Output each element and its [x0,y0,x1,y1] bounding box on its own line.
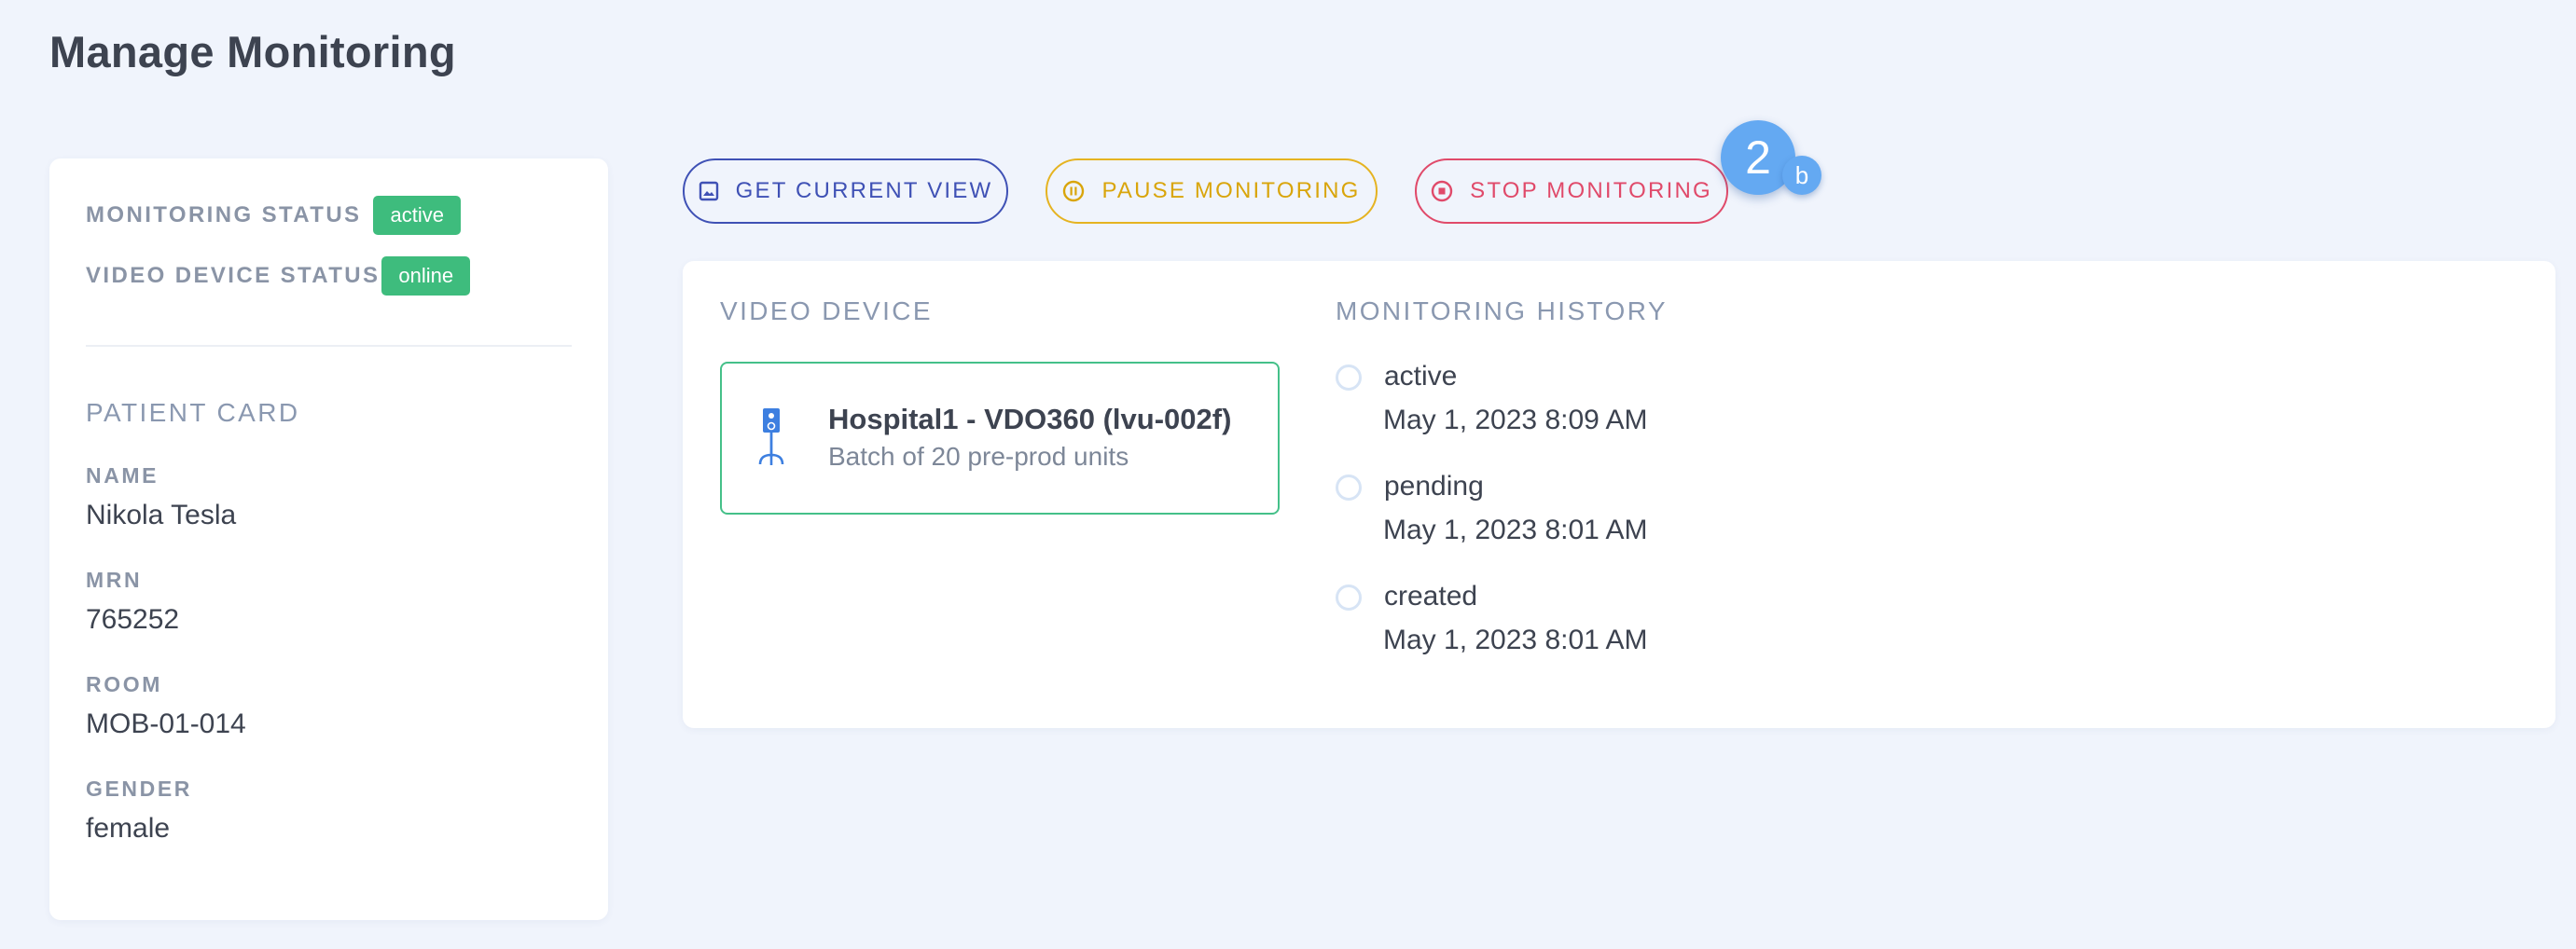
video-device-title: VIDEO DEVICE [720,296,933,325]
room-label: ROOM [86,672,162,696]
history-time: May 1, 2023 8:09 AM [1383,405,1648,435]
mrn-label: MRN [86,568,143,592]
timeline-dot [1336,585,1362,611]
stop-monitoring-button[interactable]: STOP MONITORING [1415,158,1728,224]
timeline-dot [1336,364,1362,391]
history-status: pending [1384,471,1484,502]
video-device-status-row: VIDEO DEVICE STATUS online [86,256,471,296]
camera-stand-icon [757,408,785,471]
monitoring-status-badge: active [373,196,461,235]
get-current-view-label: GET CURRENT VIEW [735,178,993,203]
pause-monitoring-button[interactable]: PAUSE MONITORING [1046,158,1378,224]
monitoring-status-row: MONITORING STATUS active [86,196,461,235]
gender-value: female [86,813,171,844]
history-time: May 1, 2023 8:01 AM [1383,625,1648,655]
video-device-description: Batch of 20 pre-prod units [828,442,1129,471]
divider [86,345,572,347]
status-patient-card: MONITORING STATUS active VIDEO DEVICE ST… [49,158,608,920]
image-icon [699,181,719,201]
gender-label: GENDER [86,777,193,801]
mrn-value: 765252 [86,604,180,635]
pause-monitoring-label: PAUSE MONITORING [1101,178,1361,203]
timeline-dot [1336,474,1362,501]
name-value: Nikola Tesla [86,500,237,530]
name-label: NAME [86,463,159,488]
history-status: active [1384,361,1458,392]
page-title: Manage Monitoring [49,27,456,76]
device-history-card: VIDEO DEVICE MONITORING HISTORY Hospital… [683,261,2555,728]
history-time: May 1, 2023 8:01 AM [1383,515,1648,545]
room-value: MOB-01-014 [86,708,246,739]
step-marker-sub: b [1782,156,1821,195]
stop-circle-icon [1431,180,1453,202]
get-current-view-button[interactable]: GET CURRENT VIEW [683,158,1008,224]
video-device-status-badge: online [381,256,471,296]
video-device-status-label: VIDEO DEVICE STATUS [86,263,381,288]
history-status: created [1384,581,1478,612]
video-device-name: Hospital1 - VDO360 (lvu-002f) [828,403,1232,435]
video-device-item[interactable]: Hospital1 - VDO360 (lvu-002f) Batch of 2… [720,362,1280,515]
patient-card-title: PATIENT CARD [86,398,300,427]
stop-monitoring-label: STOP MONITORING [1470,178,1712,203]
monitoring-history-title: MONITORING HISTORY [1336,296,1668,325]
monitoring-status-label: MONITORING STATUS [86,202,362,227]
pause-circle-icon [1062,180,1085,202]
